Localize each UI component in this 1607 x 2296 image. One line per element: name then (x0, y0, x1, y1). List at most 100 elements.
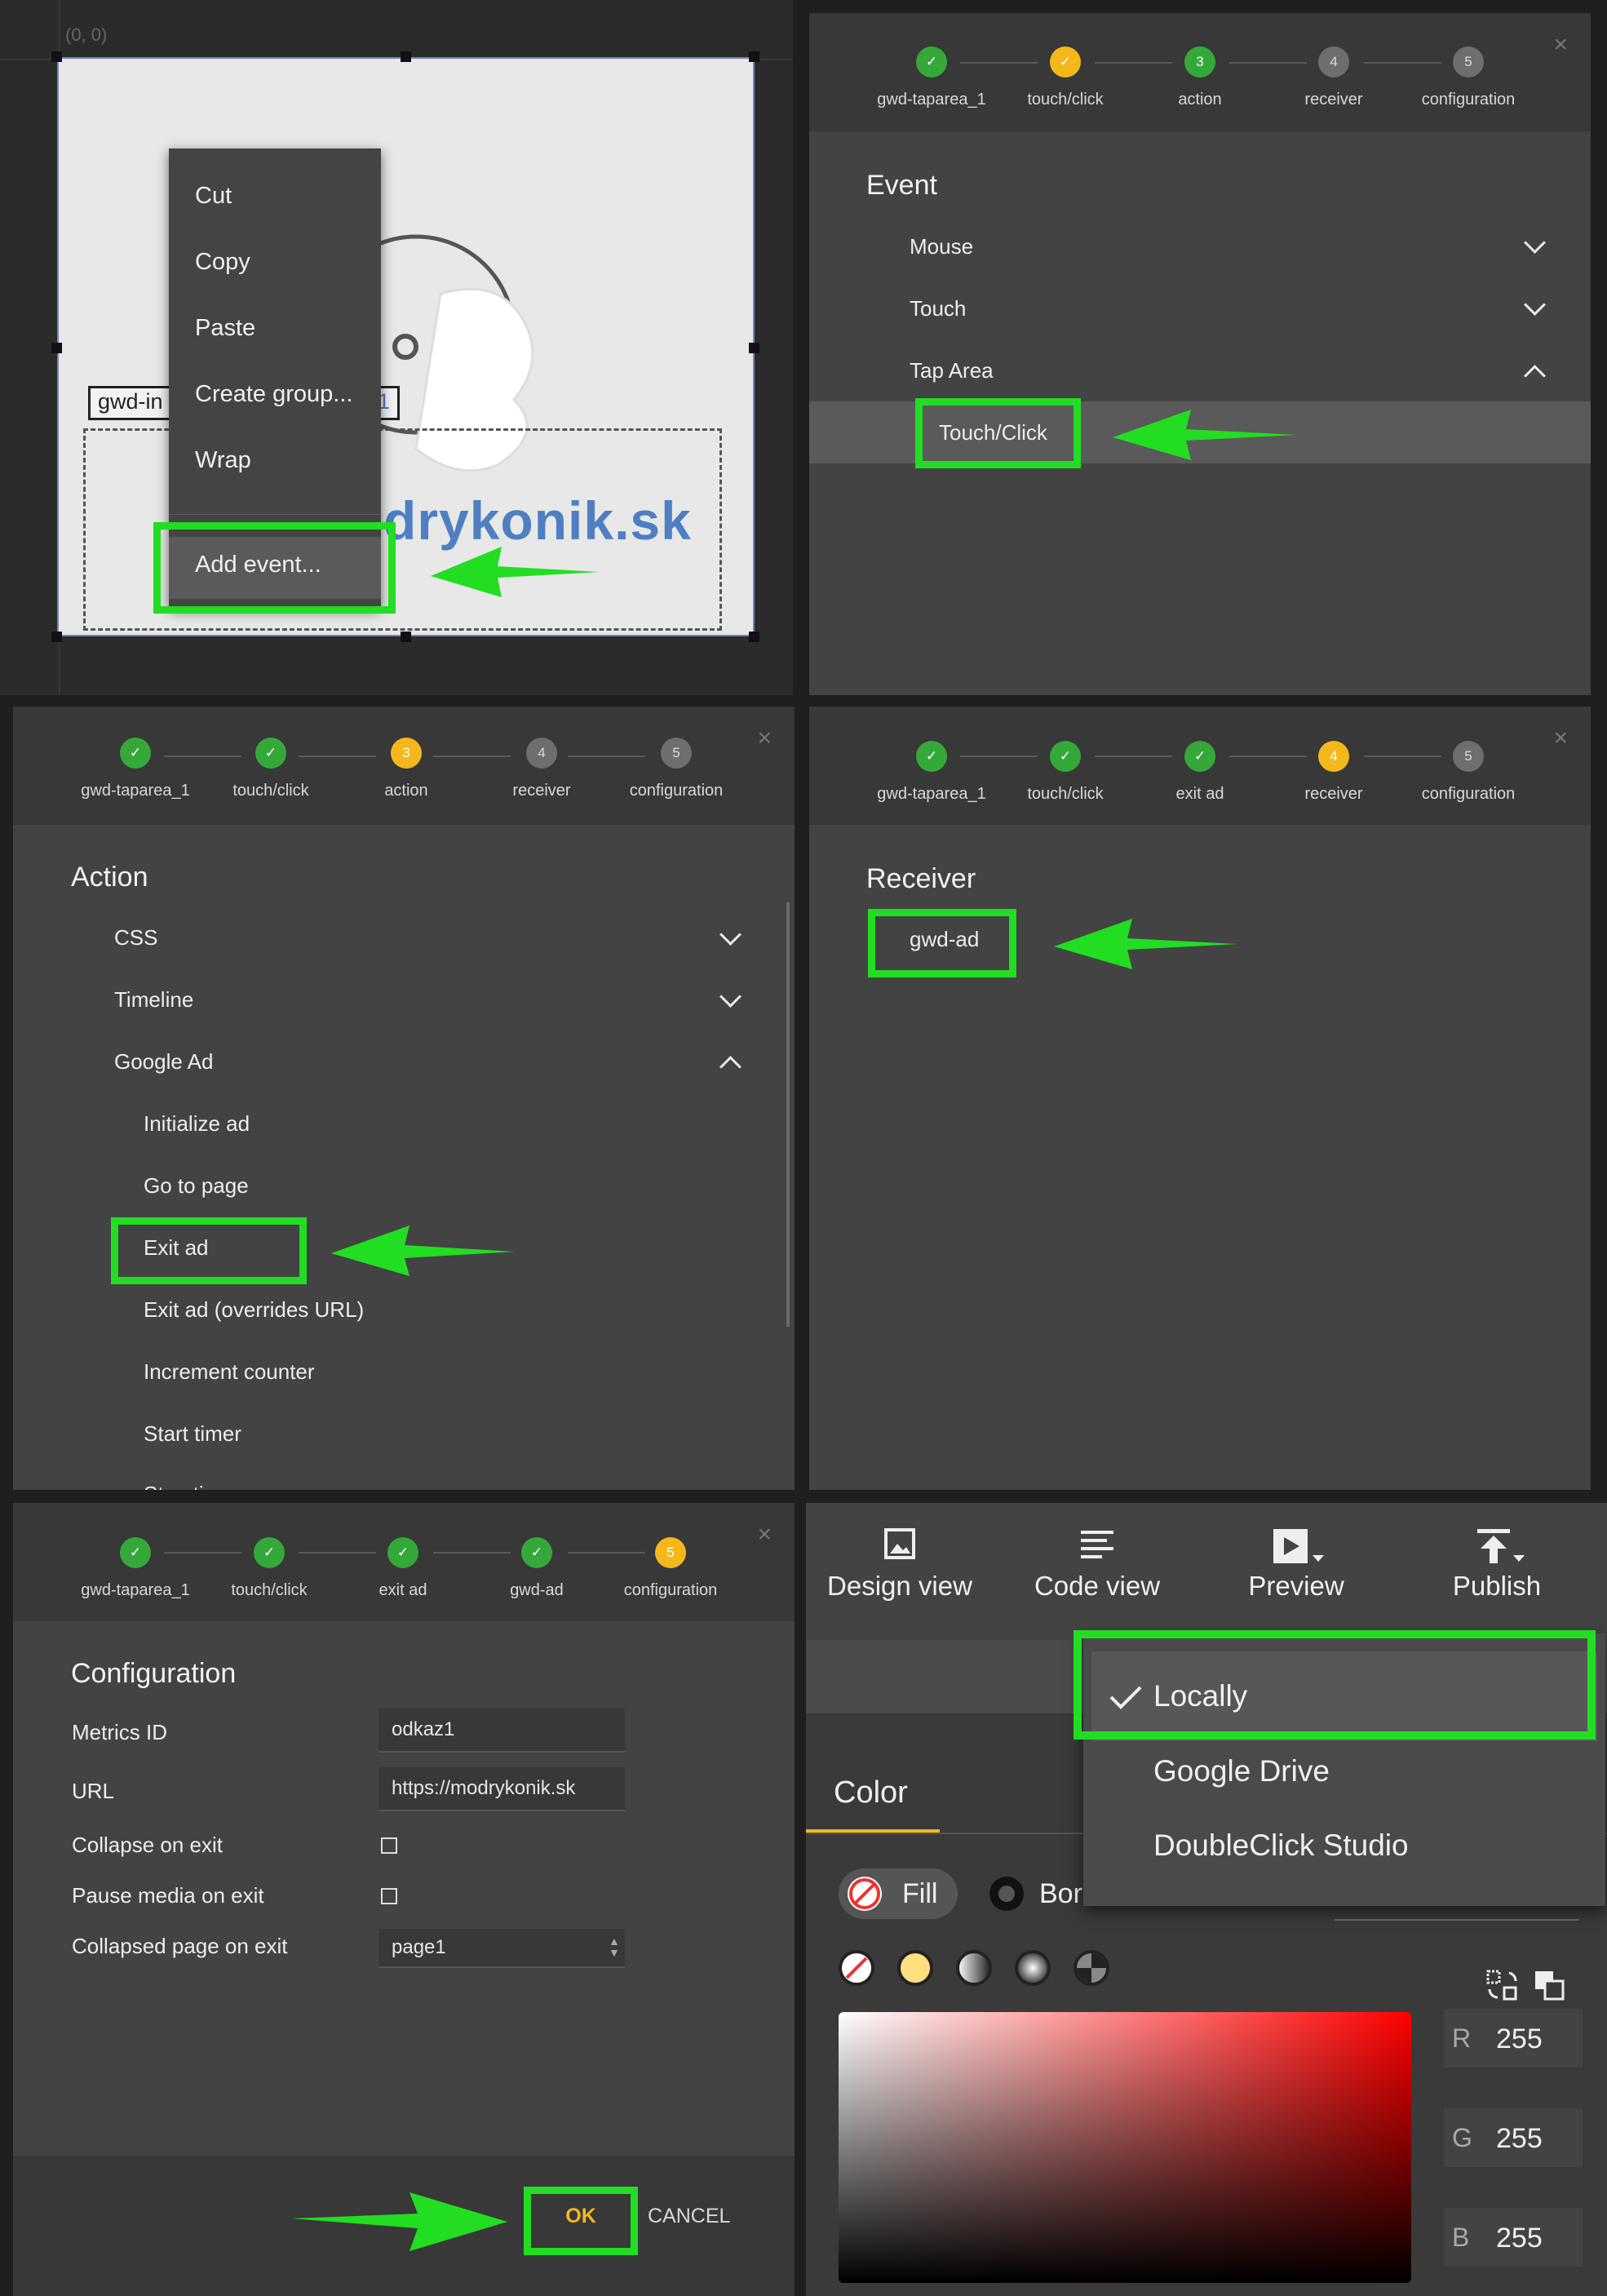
rgb-label-r: R (1452, 2023, 1472, 2053)
check-icon: ✓ (1050, 47, 1081, 78)
rgb-value-r[interactable]: 255 (1496, 2023, 1543, 2055)
design-view-button[interactable]: Design view (814, 1527, 985, 1602)
highlight-box (1074, 1630, 1596, 1740)
chevron-up-icon[interactable] (719, 1056, 742, 1078)
cancel-button[interactable]: CANCEL (648, 2205, 730, 2228)
rgb-label-b: B (1452, 2223, 1470, 2252)
publish-option-doubleclick-studio[interactable]: DoubleClick Studio (1153, 1828, 1409, 1863)
wizard-step: ✓ exit ad (1131, 741, 1269, 804)
menu-item-copy[interactable]: Copy (195, 249, 250, 276)
linear-gradient-swatch-icon[interactable] (954, 1948, 994, 1988)
wizard-step: ✓ gwd-ad (467, 1537, 606, 1600)
code-view-button[interactable]: Code view (1012, 1527, 1183, 1602)
preview-button[interactable]: Preview (1211, 1527, 1382, 1602)
check-icon: ✓ (387, 1537, 418, 1568)
resize-handle[interactable] (51, 51, 62, 62)
menu-item-wrap[interactable]: Wrap (195, 447, 251, 474)
wizard-step: 5 configuration (1399, 741, 1538, 804)
collapsed-page-label: Collapsed page on exit (72, 1934, 288, 1958)
rgb-value-g[interactable]: 255 (1496, 2123, 1543, 2155)
pause-media-checkbox[interactable] (381, 1888, 397, 1904)
wizard-step: ✓ touch/click (200, 1537, 339, 1600)
chevron-down-icon[interactable] (719, 924, 742, 946)
chevron-down-icon[interactable] (719, 986, 742, 1008)
color-tab[interactable]: Color (834, 1775, 908, 1811)
metrics-id-label: Metrics ID (72, 1720, 167, 1744)
check-icon: ✓ (255, 738, 286, 769)
action-increment-counter[interactable]: Increment counter (144, 1359, 315, 1385)
close-icon[interactable]: × (1553, 725, 1568, 752)
swap-colors-icon[interactable] (1485, 1968, 1521, 2004)
solid-color-swatch-icon[interactable] (896, 1948, 935, 1988)
pointer-arrow-icon (1113, 410, 1296, 460)
wizard-step: 5 configuration (601, 1537, 740, 1600)
chevron-up-icon[interactable] (1524, 365, 1546, 387)
pause-media-label: Pause media on exit (72, 1883, 264, 1908)
section-title: Configuration (71, 1658, 237, 1689)
collapse-on-exit-checkbox[interactable] (381, 1837, 397, 1854)
highlight-box (915, 398, 1081, 468)
action-exit-ad-overrides-url[interactable]: Exit ad (overrides URL) (144, 1297, 364, 1323)
resize-handle[interactable] (401, 51, 411, 62)
chevron-down-icon[interactable] (1524, 294, 1546, 316)
rgb-value-b[interactable]: 255 (1496, 2223, 1543, 2254)
close-icon[interactable]: × (1553, 31, 1568, 59)
resize-handle[interactable] (749, 343, 759, 353)
overlay-squares-icon[interactable] (1532, 1968, 1568, 2004)
panel-canvas-context-menu: (0, 0) drykonik.sk gwd-in 1 Cut Copy Pas… (0, 0, 793, 695)
wizard-stepper: ✓ gwd-taparea_1 ✓ touch/click ✓ exit ad … (13, 1503, 795, 1621)
menu-item-paste[interactable]: Paste (195, 315, 255, 342)
check-icon: ✓ (916, 741, 947, 772)
metrics-id-field[interactable]: odkaz1 (379, 1709, 625, 1753)
wizard-step: ✓ touch/click (996, 741, 1135, 804)
resize-handle[interactable] (51, 343, 62, 353)
menu-item-create-group[interactable]: Create group... (195, 381, 352, 408)
menu-item-cut[interactable]: Cut (195, 183, 232, 210)
section-title: Action (71, 862, 148, 893)
play-icon (1273, 1529, 1324, 1563)
publish-button[interactable]: Publish (1411, 1527, 1583, 1602)
action-start-timer[interactable]: Start timer (144, 1421, 241, 1447)
action-stop-timer[interactable]: Stop timer (144, 1482, 241, 1490)
rgb-label-g: G (1452, 2123, 1472, 2152)
resize-handle[interactable] (51, 632, 62, 642)
action-initialize-ad[interactable]: Initialize ad (144, 1111, 250, 1137)
pointer-arrow-icon (1054, 919, 1237, 969)
check-icon: ✓ (1184, 741, 1215, 772)
chevron-down-icon[interactable] (1524, 232, 1546, 254)
wizard-step: ✓ gwd-taparea_1 (66, 738, 205, 800)
url-field[interactable]: https://modrykonik.sk (379, 1767, 625, 1811)
resize-handle[interactable] (401, 632, 411, 642)
check-icon: ✓ (120, 738, 151, 769)
collapsed-page-select[interactable]: page1 (379, 1929, 625, 1968)
collapse-on-exit-label: Collapse on exit (72, 1833, 223, 1857)
close-icon[interactable]: × (757, 1521, 772, 1549)
action-group-css[interactable]: CSS (114, 925, 157, 951)
scrollbar[interactable] (786, 902, 790, 1327)
publish-option-google-drive[interactable]: Google Drive (1153, 1754, 1330, 1788)
event-group-mouse[interactable]: Mouse (910, 234, 973, 259)
action-go-to-page[interactable]: Go to page (144, 1173, 249, 1199)
url-label: URL (72, 1779, 115, 1803)
wizard-step: 5 configuration (1399, 47, 1538, 109)
resize-handle[interactable] (749, 51, 759, 62)
panel-event-wizard: ✓ gwd-taparea_1 ✓ touch/click 3 action 4… (809, 13, 1591, 695)
wizard-step: ✓ gwd-taparea_1 (862, 47, 1001, 109)
action-group-timeline[interactable]: Timeline (114, 987, 193, 1013)
fill-label: Fill (902, 1878, 938, 1909)
radial-gradient-swatch-icon[interactable] (1013, 1948, 1052, 1988)
wizard-step: ✓ exit ad (334, 1537, 472, 1600)
action-group-google-ad[interactable]: Google Ad (114, 1049, 213, 1075)
resize-handle[interactable] (749, 632, 759, 642)
no-color-swatch-icon[interactable] (837, 1948, 876, 1988)
saturation-value-picker[interactable] (839, 2012, 1411, 2283)
wizard-stepper: ✓ gwd-taparea_1 ✓ touch/click 3 action 4… (13, 707, 795, 825)
event-group-touch[interactable]: Touch (910, 296, 966, 321)
element-label-text: gwd-in (98, 389, 163, 414)
close-icon[interactable]: × (757, 725, 772, 752)
menu-divider (169, 514, 381, 515)
wizard-stepper: ✓ gwd-taparea_1 ✓ touch/click 3 action 4… (809, 13, 1591, 131)
conic-gradient-swatch-icon[interactable] (1072, 1948, 1111, 1988)
wizard-step: ✓ touch/click (996, 47, 1135, 109)
event-group-tap-area[interactable]: Tap Area (910, 358, 994, 383)
